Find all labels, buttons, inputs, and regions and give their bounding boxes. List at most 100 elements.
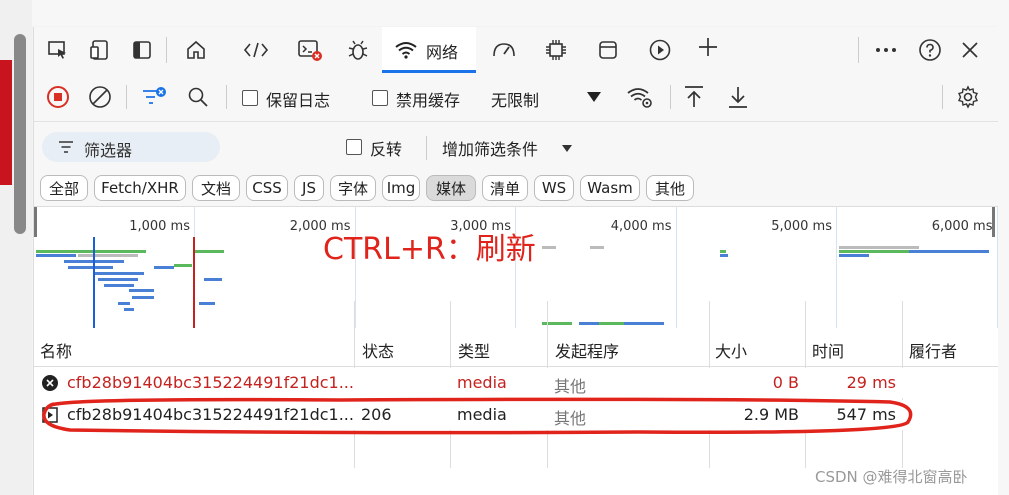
timeline-request-bar [599,322,624,325]
timeline-request-bar [36,250,146,253]
media-play-icon[interactable] [646,36,674,64]
filter-lines-icon [59,141,73,153]
disable-cache-label: 禁用缓存 [396,91,461,110]
welcome-home-icon[interactable] [182,36,210,64]
load-event-line [193,237,195,328]
filter-input[interactable]: 筛选器 [42,132,220,162]
type-filter-7[interactable]: 媒体 [426,175,476,201]
timeline-right-handle[interactable] [992,207,995,237]
size-cell: 0 B [772,373,799,392]
column-header-3[interactable]: 发起程序 [555,338,619,362]
timeline-tick-label: 6,000 ms [931,219,993,234]
timeline-request-bar [839,250,909,253]
tab-network[interactable]: 网络 [382,27,476,73]
type-filter-5[interactable]: 字体 [330,175,376,201]
timeline-tick-label: 4,000 ms [610,219,672,234]
column-header-5[interactable]: 时间 [812,338,844,362]
timeline-tick-label: 5,000 ms [771,219,832,234]
performance-gauge-icon[interactable] [490,36,518,64]
throttle-dropdown-icon[interactable] [580,83,608,111]
export-har-icon[interactable] [724,83,752,111]
request-row[interactable]: cfb28b91404bc315224491f21dc1... media 其他 0 … [34,368,998,398]
memory-chip-icon[interactable] [542,36,570,64]
timeline-request-bar [124,308,134,311]
timeline-request-bar [94,272,144,275]
device-emulation-icon[interactable] [86,36,114,64]
devtools-tab-bar: 网络 [34,27,998,74]
network-toolbar: 保留日志 禁用缓存 无限制 [34,73,998,122]
type-filter-11[interactable]: 其他 [646,175,694,201]
timeline-left-handle[interactable] [34,207,37,237]
timeline-gridline [836,207,837,328]
elements-code-icon[interactable] [242,36,270,64]
timeline-tick-label: 1,000 ms [129,219,190,234]
add-tool-plus-icon[interactable] [694,33,722,61]
error-icon [42,375,58,391]
close-devtools-icon[interactable] [956,36,984,64]
highlight-ellipse [42,397,913,435]
csdn-watermark: CSDN @难得北窗高卧 [815,468,968,486]
timeline-request-bar [36,254,76,257]
type-filter-4[interactable]: JS [294,175,324,201]
timeline-request-bar [199,302,215,305]
clear-log-icon[interactable] [86,83,114,111]
column-header-6[interactable]: 履行者 [909,338,957,362]
import-har-icon[interactable] [680,83,708,111]
dock-side-icon[interactable] [128,36,156,64]
column-header-1[interactable]: 状态 [362,338,394,362]
timeline-request-bar [118,302,130,305]
request-table-header: 名称 状态 类型 发起程序 大小 时间 履行者 [34,328,998,367]
search-icon[interactable] [184,83,212,111]
timeline-request-bar [194,250,224,253]
time-cell: 29 ms [846,373,896,392]
more-filters-dropdown[interactable]: 增加筛选条件 [442,136,538,160]
more-options-icon[interactable] [872,36,900,64]
right-edge [997,0,1009,495]
type-filter-2[interactable]: 文档 [192,175,240,201]
preserve-log-checkbox[interactable] [242,90,258,106]
more-filters-caret-icon[interactable] [561,144,573,153]
initiator-cell[interactable]: 其他 [554,373,586,397]
type-filter-0[interactable]: 全部 [40,175,88,201]
column-header-0[interactable]: 名称 [40,338,72,362]
timeline-request-bar [154,266,174,269]
type-filter-1[interactable]: Fetch/XHR [94,175,186,201]
help-icon[interactable] [916,36,944,64]
timeline-request-bar [68,266,113,269]
timeline-request-bar [720,250,726,253]
debug-bug-icon[interactable] [344,36,372,64]
timeline-request-bar [879,246,919,249]
console-icon[interactable] [296,36,324,64]
column-header-2[interactable]: 类型 [458,338,490,362]
type-filter-10[interactable]: Wasm [580,175,640,201]
timeline-request-bar [204,278,222,281]
type-filter-bar: 全部 Fetch/XHR 文档 CSS JS 字体 Img 媒体 清单 WS Wasm 其他 [34,172,998,206]
timeline-request-bar [104,284,134,287]
tab-network-label: 网络 [426,43,459,62]
timeline-request-bar [624,322,664,325]
timeline-request-bar [98,278,138,281]
page-scrollbar-thumb[interactable] [14,34,26,234]
throttle-select[interactable]: 无限制 [491,87,539,111]
timeline-request-bar [542,246,556,249]
record-stop-icon[interactable] [44,83,72,111]
type-filter-8[interactable]: 清单 [482,175,528,201]
network-settings-gear-icon[interactable] [954,83,982,111]
browser-top-strip [32,0,1009,26]
type-filter-6[interactable]: Img [382,175,420,201]
column-header-4[interactable]: 大小 [715,338,747,362]
dom-content-loaded-line [93,237,95,328]
timeline-request-bar [839,254,869,257]
invert-label: 反转 [370,140,403,159]
type-filter-3[interactable]: CSS [246,175,288,201]
network-conditions-icon[interactable] [626,83,654,111]
filter-clear-icon[interactable] [140,83,168,111]
timeline-request-bar [909,250,989,253]
disable-cache-checkbox[interactable] [372,90,388,106]
type-cell: media [457,373,507,392]
type-filter-9[interactable]: WS [534,175,574,201]
application-window-icon[interactable] [594,36,622,64]
invert-checkbox[interactable] [346,139,362,155]
timeline-request-bar [590,246,604,249]
inspect-element-icon[interactable] [44,36,72,64]
